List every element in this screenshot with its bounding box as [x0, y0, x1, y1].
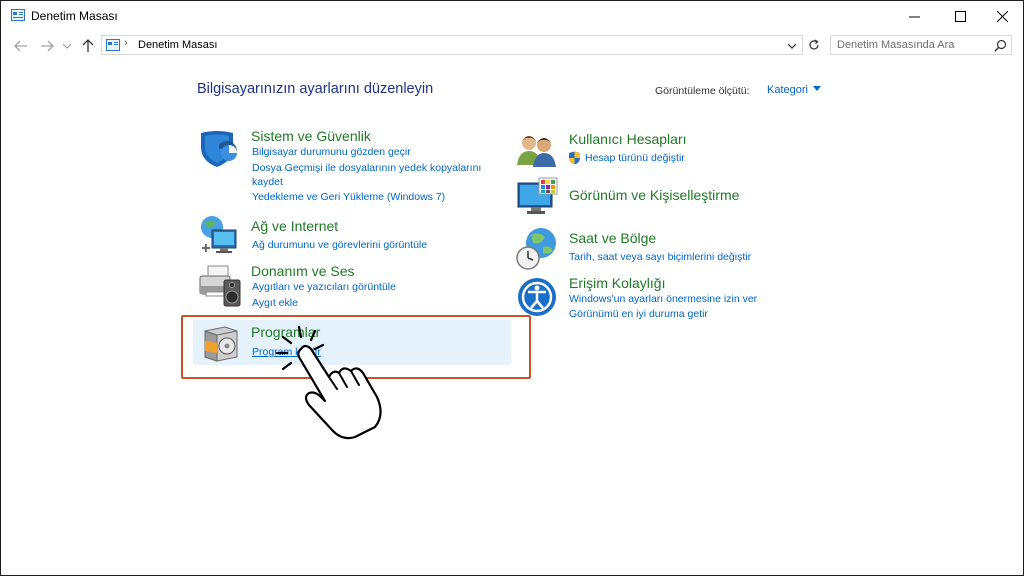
caret-down-icon [812, 86, 821, 91]
forward-button[interactable] [38, 37, 56, 55]
control-panel-window: Denetim Masası › Denetim Masası Denetim … [0, 0, 1024, 576]
link-date-time-formats[interactable]: Tarih, saat veya sayı biçimlerini değişt… [569, 251, 751, 263]
link-let-windows-suggest[interactable]: Windows'un ayarları önermesine izin ver [569, 293, 757, 305]
category-appearance-personalization[interactable]: Görünüm ve Kişiselleştirme [569, 187, 739, 203]
category-network-internet[interactable]: Ağ ve Internet [251, 218, 338, 234]
close-icon [996, 10, 1008, 22]
breadcrumb[interactable]: Denetim Masası [138, 39, 217, 51]
link-backup-restore[interactable]: Yedekleme ve Geri Yükleme (Windows 7) [252, 191, 445, 203]
arrow-up-icon [82, 39, 94, 52]
search-box[interactable]: Denetim Masasında Ara [830, 35, 1012, 55]
link-review-computer-status[interactable]: Bilgisayar durumunu gözden geçir [252, 146, 411, 158]
hand-pointer-icon [275, 325, 382, 440]
page-title: Bilgisayarınızın ayarlarını düzenleyin [197, 81, 434, 97]
view-by-value: Kategori [767, 84, 808, 96]
printer-speaker-icon [199, 265, 241, 307]
link-add-device[interactable]: Aygıt ekle [252, 297, 298, 309]
breadcrumb-separator-icon: › [124, 37, 128, 49]
uac-shield-icon [569, 151, 580, 165]
link-file-history-backup[interactable]: Dosya Geçmişi ile dosyalarının yedek kop… [252, 162, 481, 174]
accessibility-icon [518, 278, 556, 316]
view-by-label: Görüntüleme ölçütü: [655, 85, 750, 97]
address-bar[interactable]: › Denetim Masası [101, 35, 803, 55]
minimize-button[interactable] [891, 1, 937, 31]
window-title: Denetim Masası [31, 9, 118, 23]
category-ease-of-access[interactable]: Erişim Kolaylığı [569, 275, 665, 291]
users-icon [517, 136, 556, 167]
clock-globe-icon [516, 228, 556, 270]
link-file-history-save[interactable]: kaydet [252, 176, 283, 188]
address-dropdown-icon[interactable] [788, 43, 796, 49]
title-bar: Denetim Masası [1, 1, 1023, 31]
refresh-button[interactable] [805, 35, 823, 55]
control-panel-icon [106, 39, 120, 51]
close-button[interactable] [979, 1, 1024, 31]
link-change-account-type[interactable]: Hesap türünü değiştir [585, 152, 685, 164]
maximize-button[interactable] [937, 1, 983, 31]
maximize-icon [954, 10, 966, 22]
link-optimize-visual-display[interactable]: Görünümü en iyi duruma getir [569, 308, 708, 320]
control-panel-app-icon [11, 9, 25, 21]
category-hardware-sound[interactable]: Donanım ve Ses [251, 263, 355, 279]
shield-icon [201, 131, 238, 167]
category-system-security[interactable]: Sistem ve Güvenlik [251, 128, 371, 144]
recent-locations-button[interactable] [61, 37, 73, 55]
back-button[interactable] [12, 37, 30, 55]
minimize-icon [908, 16, 920, 17]
arrow-right-icon [41, 40, 54, 52]
up-button[interactable] [79, 37, 97, 55]
refresh-icon [809, 39, 819, 50]
network-globe-icon [201, 216, 237, 253]
category-user-accounts[interactable]: Kullanıcı Hesapları [569, 131, 687, 147]
link-devices-printers[interactable]: Aygıtları ve yazıcıları görüntüle [252, 281, 396, 293]
search-input[interactable]: Denetim Masasında Ara [837, 39, 954, 51]
link-network-status[interactable]: Ağ durumunu ve görevlerini görüntüle [252, 239, 427, 251]
chevron-down-icon [63, 43, 71, 49]
arrow-left-icon [14, 40, 27, 52]
category-clock-region[interactable]: Saat ve Bölge [569, 230, 656, 246]
search-icon[interactable] [994, 39, 1007, 52]
display-palette-icon [517, 177, 558, 214]
view-by-dropdown[interactable]: Kategori [767, 84, 821, 96]
